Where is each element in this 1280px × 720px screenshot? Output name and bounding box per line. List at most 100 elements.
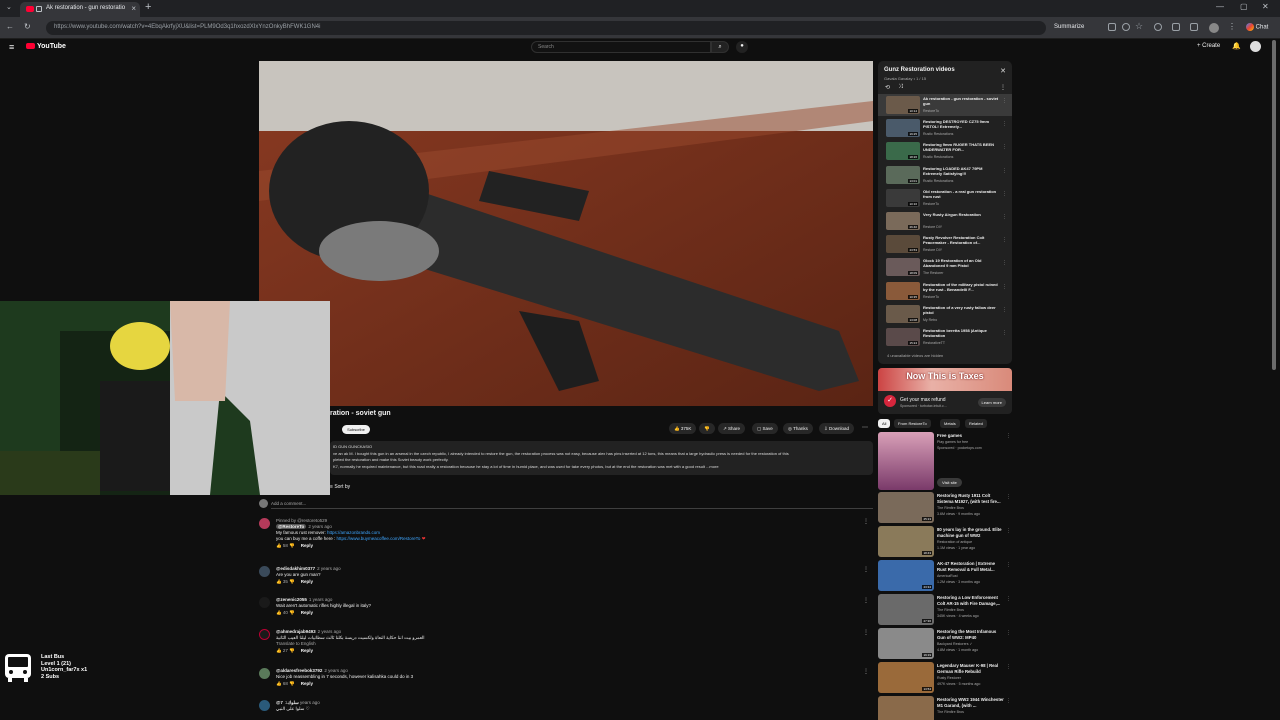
profile-avatar[interactable] bbox=[1209, 23, 1219, 33]
like-comment-icon[interactable]: 👍 bbox=[276, 648, 282, 653]
download-button[interactable]: ⇩ Download bbox=[819, 423, 855, 434]
browser-menu-icon[interactable]: ⋮ bbox=[1228, 22, 1236, 31]
comment-link[interactable]: https://amazonbrands.com bbox=[327, 530, 380, 535]
recommended-video[interactable]: 13:54 Legendary Mauser K-98 | Real German… bbox=[878, 662, 1013, 694]
chip-metals[interactable]: Metals bbox=[940, 419, 960, 428]
recommended-video[interactable]: 23:34 AK-47 Restoration | Extreme Rust Re… bbox=[878, 560, 1013, 592]
recommended-menu-icon[interactable]: ⋮ bbox=[1006, 664, 1011, 670]
playlist-item[interactable]: 26:40 Very Rusty Airgun Restoration Restor… bbox=[878, 210, 1012, 232]
chip-related[interactable]: Related bbox=[965, 419, 987, 428]
chip-all[interactable]: All bbox=[878, 419, 891, 428]
recommended-video[interactable]: 25:13 Restoring Rusty 1911 Colt Sistema M… bbox=[878, 492, 1013, 524]
sponsored-game-ad[interactable]: Free games Play games for free Sponsored… bbox=[878, 432, 1013, 490]
extensions-puzzle-icon[interactable] bbox=[1172, 23, 1180, 31]
youtube-logo[interactable]: YouTube bbox=[26, 43, 66, 50]
summarize-button[interactable]: Summarize bbox=[1054, 24, 1084, 30]
playlist-item[interactable]: 18:26 Restoring 9mm RUGER THATS BEEN UNDE… bbox=[878, 140, 1012, 162]
recommended-video[interactable]: 19:19 Restoring the Most Infamous Gun of … bbox=[878, 628, 1013, 660]
reply-button[interactable]: Reply bbox=[301, 610, 313, 615]
reply-button[interactable]: Reply bbox=[301, 648, 313, 653]
learn-more-button[interactable]: Learn more bbox=[977, 398, 1006, 407]
like-comment-icon[interactable]: 👍 bbox=[276, 610, 282, 615]
playlist-item-menu-icon[interactable]: ⋮ bbox=[1002, 214, 1007, 220]
bookmark-star-icon[interactable]: ☆ bbox=[1135, 21, 1143, 32]
comment-menu-icon[interactable]: ⋮ bbox=[863, 518, 869, 525]
comment-author[interactable]: @zenenic2055 bbox=[276, 597, 307, 602]
recommended-video[interactable]: 18:43 80 years lay in the ground. Elite m… bbox=[878, 526, 1013, 558]
account-avatar[interactable] bbox=[1250, 41, 1261, 52]
loop-icon[interactable]: ⟲ bbox=[885, 84, 890, 91]
dislike-comment-icon[interactable]: 👎 bbox=[289, 681, 295, 686]
microphone-icon[interactable]: ● bbox=[736, 41, 748, 53]
minimize-icon[interactable]: — bbox=[1216, 2, 1224, 11]
chip-from-channel[interactable]: From RestoreTo bbox=[894, 419, 931, 428]
like-button[interactable]: 👍 375K bbox=[669, 423, 697, 434]
comment-menu-icon[interactable]: ⋮ bbox=[863, 597, 869, 604]
address-bar[interactable]: https://www.youtube.com/watch?v=4EbqAkrf… bbox=[46, 21, 1046, 35]
comment-author[interactable]: @RestoreTo bbox=[276, 524, 307, 529]
playlist-item-menu-icon[interactable]: ⋮ bbox=[1002, 284, 1007, 290]
sort-comments-button[interactable]: ≡ Sort by bbox=[330, 484, 350, 490]
new-tab-icon[interactable]: + bbox=[145, 1, 151, 13]
back-icon[interactable]: ← bbox=[6, 22, 14, 31]
playlist-item[interactable]: 23:53 Rusty Revolver Restoration Colt Pea… bbox=[878, 233, 1012, 255]
comment-link[interactable]: https://www.buymeacoffee.com/RestoreTo bbox=[336, 536, 420, 541]
playlist-item-menu-icon[interactable]: ⋮ bbox=[1002, 98, 1007, 104]
zoom-icon[interactable] bbox=[1122, 23, 1130, 31]
playlist-menu-icon[interactable]: ⋮ bbox=[1000, 84, 1006, 91]
playlist-item-menu-icon[interactable]: ⋮ bbox=[1002, 237, 1007, 243]
split-view-icon[interactable] bbox=[1190, 23, 1198, 31]
close-tab-icon[interactable]: × bbox=[131, 4, 136, 13]
visit-site-button[interactable]: Visit site bbox=[937, 478, 962, 487]
recommended-menu-icon[interactable]: ⋮ bbox=[1006, 562, 1011, 568]
maximize-icon[interactable]: ▢ bbox=[1240, 2, 1248, 11]
playlist-item-menu-icon[interactable]: ⋮ bbox=[1002, 191, 1007, 197]
comment-author[interactable]: @aldaresfreebok3792 bbox=[276, 668, 322, 673]
tab-list-chevron-icon[interactable]: ⌄ bbox=[6, 3, 12, 11]
comment-menu-icon[interactable]: ⋮ bbox=[863, 668, 869, 675]
playlist-item[interactable]: 18:09 Glock 19 Restoration of an Old Aban… bbox=[878, 256, 1012, 278]
recommended-menu-icon[interactable]: ⋮ bbox=[1006, 528, 1011, 534]
chat-button[interactable]: Chat bbox=[1246, 23, 1268, 31]
dislike-comment-icon[interactable]: 👎 bbox=[289, 543, 295, 548]
translate-icon[interactable] bbox=[1108, 23, 1116, 31]
playlist-title[interactable]: Gunz Restoration videos bbox=[884, 67, 955, 73]
notifications-bell-icon[interactable]: 🔔 bbox=[1232, 42, 1241, 50]
playlist-item-menu-icon[interactable]: ⋮ bbox=[1002, 121, 1007, 127]
recommended-menu-icon[interactable]: ⋮ bbox=[1006, 630, 1011, 636]
playlist-item-menu-icon[interactable]: ⋮ bbox=[1002, 260, 1007, 266]
recommended-menu-icon[interactable]: ⋮ bbox=[1006, 596, 1011, 602]
close-window-icon[interactable]: ✕ bbox=[1262, 2, 1269, 11]
reply-button[interactable]: Reply bbox=[301, 681, 313, 686]
like-comment-icon[interactable]: 👍 bbox=[276, 681, 282, 686]
sponsored-ad[interactable]: Now This is Taxes ✓ Get your max refund … bbox=[878, 368, 1012, 414]
comment-menu-icon[interactable]: ⋮ bbox=[863, 629, 869, 636]
reply-button[interactable]: Reply bbox=[301, 579, 313, 584]
create-button[interactable]: + Create bbox=[1197, 43, 1220, 49]
search-input[interactable]: Search bbox=[531, 41, 711, 53]
close-playlist-icon[interactable]: ✕ bbox=[1000, 67, 1006, 75]
dislike-comment-icon[interactable]: 👎 bbox=[289, 579, 295, 584]
comment-menu-icon[interactable]: ⋮ bbox=[863, 566, 869, 573]
playlist-item-menu-icon[interactable]: ⋮ bbox=[1002, 168, 1007, 174]
playlist-item[interactable]: 15:24 Restoration beretta 1958 |Antique R… bbox=[878, 326, 1012, 348]
dislike-button[interactable]: 👎 bbox=[699, 423, 715, 434]
reply-button[interactable]: Reply bbox=[301, 543, 313, 548]
recommended-menu-icon[interactable]: ⋮ bbox=[1006, 494, 1011, 500]
thanks-button[interactable]: ◎ Thanks bbox=[783, 423, 813, 434]
playlist-item[interactable]: 10:14 Ak restoration - gun restoration - … bbox=[878, 94, 1012, 116]
page-scrollbar[interactable] bbox=[1272, 40, 1276, 370]
recommended-menu-icon[interactable]: ⋮ bbox=[1006, 698, 1011, 704]
extension-icon[interactable] bbox=[1154, 23, 1162, 31]
playlist-item[interactable]: 13:01 Restoring LOADED AK47 79PM Extremel… bbox=[878, 164, 1012, 186]
playlist-item[interactable]: 10:16 Old restoration - a real gun restor… bbox=[878, 187, 1012, 209]
browser-tab-active[interactable]: Ak restoration - gun restoratio × bbox=[20, 2, 140, 17]
comment-author[interactable]: @سلوك7 bbox=[276, 700, 299, 705]
share-button[interactable]: ↗ Share bbox=[718, 423, 746, 434]
guide-menu-icon[interactable]: ≡ bbox=[9, 42, 14, 52]
comment-author[interactable]: @ahmedrajab9493 bbox=[276, 629, 316, 634]
reload-icon[interactable]: ↻ bbox=[24, 22, 31, 31]
subscribe-button[interactable]: Subscribe bbox=[342, 425, 370, 434]
ad-menu-icon[interactable]: ⋮ bbox=[1006, 433, 1011, 439]
save-button[interactable]: ▢ Save bbox=[752, 423, 778, 434]
